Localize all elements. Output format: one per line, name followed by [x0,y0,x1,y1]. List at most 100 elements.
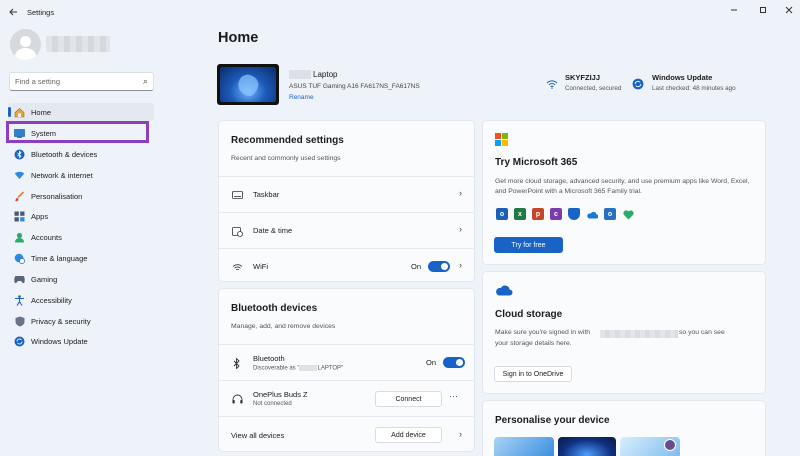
excel-icon: x [514,208,526,220]
sidebar-item-label: Home [31,107,52,117]
row-label: Bluetooth [253,354,285,363]
chevron-right-icon: › [459,224,462,234]
sidebar-item-windows-update[interactable]: Windows Update [8,332,154,350]
bluetooth-toggle[interactable] [443,357,465,368]
bluetooth-device-name: OnePlus Buds Z [253,390,308,399]
search-input[interactable] [15,77,135,86]
sidebar-item-label: Privacy & security [31,316,91,326]
sidebar-item-label: Bluetooth & devices [31,149,98,159]
theme-avatar-icon [664,439,676,451]
taskbar-row[interactable]: Taskbar › [219,176,474,212]
globe-clock-icon [14,253,25,264]
windows-update-status: Last checked: 48 minutes ago [652,85,736,92]
clipchamp-icon: c [550,208,562,220]
card-title: Try Microsoft 365 [495,157,578,168]
card-title: Cloud storage [495,309,563,320]
maximize-icon [760,7,766,13]
close-button[interactable] [779,3,799,17]
accounts-icon [14,232,25,243]
settings-search-box[interactable]: ⌕ [9,72,154,91]
apps-icon [14,211,25,222]
sidebar-item-bluetooth[interactable]: Bluetooth & devices [8,145,154,163]
rename-link[interactable]: Rename [289,94,314,101]
chevron-right-icon[interactable]: › [459,260,462,270]
sidebar-item-time-language[interactable]: Time & language [8,249,154,267]
recommended-settings-card: Recommended settings Recent and commonly… [218,120,475,282]
card-subtitle: Manage, add, and remove devices [231,323,336,330]
sidebar-item-apps[interactable]: Apps [8,207,154,225]
family-safety-icon [622,209,634,221]
view-all-devices-row[interactable]: View all devices Add device › [219,416,474,453]
more-options-icon[interactable]: ··· [449,391,458,401]
update-icon [14,336,25,347]
search-icon[interactable]: ⌕ [143,76,148,87]
sidebar-item-home[interactable]: Home [8,103,154,121]
try-for-free-button[interactable]: Try for free [494,237,563,253]
sidebar-item-label: Accessibility [31,295,72,305]
sidebar-item-label: Network & internet [31,170,93,180]
sidebar-item-gaming[interactable]: Gaming [8,270,154,288]
windows-update-icon [632,78,644,90]
outlook-icon: o [496,208,508,220]
cloud-desc-b: so you can see [679,329,725,336]
add-device-button[interactable]: Add device [375,427,442,443]
date-time-row[interactable]: Date & time › [219,212,474,248]
microsoft-logo-icon [495,133,508,146]
cloud-desc-a: Make sure you're signed in with [495,329,590,336]
card-subtitle: Recent and commonly used settings [231,155,341,162]
device-thumbnail [217,64,279,105]
minimize-button[interactable] [724,3,744,17]
title-bar: Settings [0,0,800,24]
app-title: Settings [27,8,55,17]
brush-icon [14,190,25,202]
wallpaper-thumbnail-2[interactable] [558,437,616,456]
sidebar-item-label: Accounts [31,232,62,242]
back-button[interactable] [6,6,20,18]
user-avatar[interactable] [10,29,41,60]
bluetooth-device-row: OnePlus Buds Z Not connected Connect ··· [219,380,474,416]
wifi-toggle-state: On [411,262,422,271]
personalise-device-card: Personalise your device [482,400,766,456]
sidebar-item-accessibility[interactable]: Accessibility [8,291,154,309]
sidebar-item-label: Gaming [31,274,58,284]
user-name-redacted [46,36,110,52]
system-highlight-annotation [6,121,149,143]
sidebar-item-label: Windows Update [31,336,88,346]
account-email-redacted [600,330,678,338]
wallpaper-thumbnail-3[interactable] [620,437,680,456]
sidebar-item-personalisation[interactable]: Personalisation [8,187,154,205]
discoverable-prefix: Discoverable as " [253,365,300,372]
headphones-icon [231,393,243,405]
outlook-mail-icon: o [604,208,616,220]
sidebar-item-network[interactable]: Network & internet [8,166,154,184]
network-status: Connected, secured [565,85,622,92]
card-title: Personalise your device [495,415,610,426]
chevron-right-icon[interactable]: › [459,429,462,439]
connect-button[interactable]: Connect [375,391,442,407]
sidebar-item-privacy-security[interactable]: Privacy & security [8,312,154,330]
discoverable-suffix: LAPTOP" [317,365,344,372]
maximize-button[interactable] [753,3,773,17]
bluetooth-toggle-state: On [426,358,437,367]
cloud-desc-c: your storage details here. [495,340,572,347]
microsoft-365-card: Try Microsoft 365 Get more cloud storage… [482,120,766,265]
powerpoint-icon: p [532,208,544,220]
bluetooth-icon [14,149,25,160]
chevron-right-icon: › [459,188,462,198]
device-name-redacted [299,365,318,371]
wifi-toggle[interactable] [428,261,450,272]
sidebar-item-accounts[interactable]: Accounts [8,228,154,246]
wifi-icon [14,170,25,181]
sidebar-item-label: Apps [31,211,49,221]
device-name-redacted [289,70,311,79]
home-icon [14,107,25,118]
windows-update-title[interactable]: Windows Update [652,73,712,82]
m365-description: Get more cloud storage, advanced securit… [495,178,750,195]
wifi-row[interactable]: WiFi On › [219,248,474,283]
wallpaper-thumbnail-1[interactable] [494,437,554,456]
back-arrow-icon [8,8,17,16]
calendar-clock-icon [231,225,243,237]
bluetooth-row: Bluetooth Discoverable as " LAPTOP" On [219,344,474,380]
network-name[interactable]: SKYFZIJJ [565,73,600,82]
sign-in-onedrive-button[interactable]: Sign in to OneDrive [494,366,572,382]
